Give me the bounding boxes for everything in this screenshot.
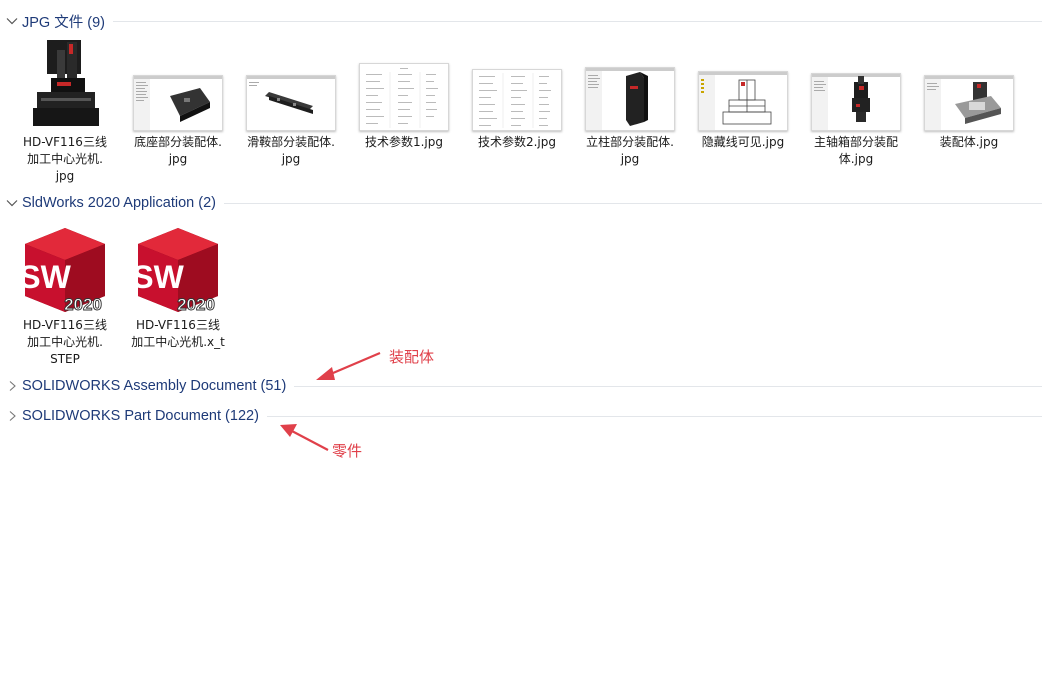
arrow-icon (316, 351, 381, 380)
annotation-assembly-label: 装配体 (389, 348, 435, 366)
annotation-part-label: 零件 (332, 442, 363, 460)
annotation-arrows (280, 351, 381, 451)
arrow-icon (280, 424, 329, 451)
